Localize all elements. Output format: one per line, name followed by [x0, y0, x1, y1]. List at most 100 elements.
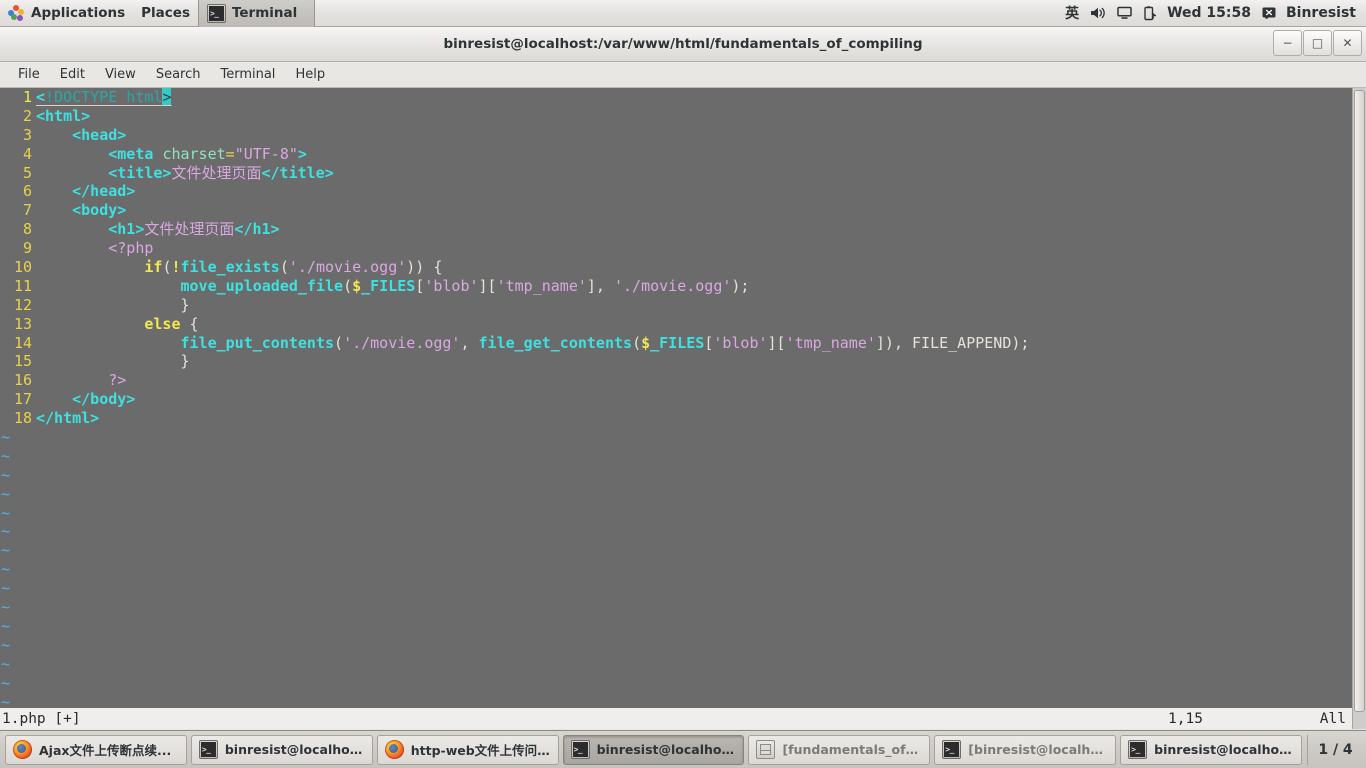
battery-icon[interactable]: [1143, 5, 1157, 21]
token-variable: _FILES: [361, 276, 416, 295]
scrollbar-thumb[interactable]: [1354, 90, 1365, 712]
menu-help[interactable]: Help: [285, 62, 335, 88]
menu-terminal[interactable]: Terminal: [210, 62, 285, 88]
vim-tilde: ~: [1, 635, 11, 654]
workspace-switcher[interactable]: 1 / 4: [1307, 734, 1363, 765]
token-punc: )): [406, 258, 425, 277]
code-line: 15 }: [0, 352, 1352, 371]
line-number: 9: [22, 239, 32, 258]
taskbar-item-3[interactable]: http-web文件上传问...: [376, 734, 559, 765]
line-number: 2: [22, 106, 32, 125]
code-line: 6 </head>: [0, 182, 1352, 201]
terminal-icon: [570, 740, 590, 759]
token-punc: );: [1011, 333, 1030, 352]
vim-file-name: 1.php [+]: [2, 710, 81, 727]
token-punc: [: [704, 333, 714, 352]
window-title-bar[interactable]: binresist@localhost:/var/www/html/fundam…: [0, 27, 1366, 62]
token-text: 文件处理页面: [144, 220, 235, 239]
taskbar-item-label: [fundamentals_of_c...: [782, 742, 923, 757]
token-punc: (: [334, 333, 344, 352]
vim-tilde: ~: [1, 465, 11, 484]
token-punc: ][: [478, 276, 497, 295]
token-op: =: [225, 144, 235, 163]
user-status-icon: [1262, 7, 1276, 20]
taskbar-item-5[interactable]: [fundamentals_of_c...: [748, 734, 931, 765]
line-content: <meta charset="UTF-8">: [36, 145, 1352, 164]
token-tag: </title>: [261, 163, 334, 182]
line-number: 5: [22, 163, 32, 182]
line-number: 17: [13, 390, 32, 409]
taskbar-item-6[interactable]: [binresist@localhost...: [934, 734, 1117, 765]
token-function: file_get_contents: [478, 333, 633, 352]
token-tag: <html>: [36, 106, 91, 125]
taskbar-item-7[interactable]: binresist@localhost:...: [1120, 734, 1303, 765]
line-content: ?>: [36, 371, 1352, 390]
token-constant: FILE_APPEND: [912, 333, 1012, 352]
token-tag: </body>: [72, 390, 136, 409]
clock[interactable]: Wed 15:58: [1167, 5, 1251, 21]
code-line: 10 if(!file_exists('./movie.ogg')) {: [0, 258, 1352, 277]
vim-cursor: >: [162, 88, 172, 106]
vim-scroll-indicator: All: [1319, 710, 1346, 727]
token-tag: <title>: [108, 163, 172, 182]
vim-tilde: ~: [1, 616, 11, 635]
taskbar-item-label: binresist@localhost:...: [1154, 742, 1294, 757]
line-content: <body>: [36, 201, 1352, 220]
token-brace: }: [180, 352, 190, 371]
line-number: 8: [22, 220, 32, 239]
code-line: 7 <body>: [0, 201, 1352, 220]
taskbar-item-label: binresist@localhost:...: [224, 742, 365, 757]
token-tag: </head>: [72, 182, 136, 201]
speaker-icon[interactable]: [1090, 6, 1106, 20]
menu-edit[interactable]: Edit: [50, 62, 95, 88]
vim-status-line: 1.php [+] 1,15 All: [0, 708, 1352, 729]
menu-view[interactable]: View: [95, 62, 146, 88]
terminal-content[interactable]: 1 <!DOCTYPE html> 2 <html> 3 <head> 4 <m…: [0, 88, 1366, 729]
close-button[interactable]: ✕: [1333, 30, 1362, 56]
line-content: file_put_contents('./movie.ogg', file_ge…: [36, 334, 1352, 353]
line-content: if(!file_exists('./movie.ogg')) {: [36, 258, 1352, 277]
window-controls: − □ ✕: [1272, 30, 1362, 56]
applications-menu[interactable]: Applications: [0, 0, 133, 27]
line-number: 4: [22, 144, 32, 163]
taskbar-item-2[interactable]: binresist@localhost:...: [190, 734, 373, 765]
monitor-icon[interactable]: [1117, 6, 1132, 20]
terminal-icon: [206, 3, 226, 23]
menu-search[interactable]: Search: [146, 62, 211, 88]
menu-file[interactable]: File: [8, 62, 50, 88]
minimize-button[interactable]: −: [1273, 30, 1302, 56]
vim-tilde: ~: [1, 598, 11, 617]
user-menu[interactable]: Binresist: [1262, 5, 1356, 21]
line-number: 6: [22, 182, 32, 201]
terminal-scrollbar[interactable]: [1352, 88, 1366, 729]
input-method-indicator[interactable]: 英: [1065, 3, 1079, 23]
code-line: 4 <meta charset="UTF-8">: [0, 145, 1352, 164]
taskbar-item-label: http-web文件上传问...: [410, 743, 551, 758]
firefox-icon: [384, 740, 404, 759]
user-name-label: Binresist: [1286, 5, 1356, 21]
maximize-button[interactable]: □: [1303, 30, 1332, 56]
places-label: Places: [141, 5, 190, 21]
line-content: <head>: [36, 126, 1352, 145]
files-icon: [756, 740, 776, 759]
code-line: 2 <html>: [0, 107, 1352, 126]
vim-buffer[interactable]: 1 <!DOCTYPE html> 2 <html> 3 <head> 4 <m…: [0, 88, 1352, 711]
line-number: 7: [22, 201, 32, 220]
terminal-menu-bar: File Edit View Search Terminal Help: [0, 62, 1366, 88]
taskbar-item-label: [binresist@localhost...: [968, 742, 1108, 757]
token-punc: (: [632, 333, 642, 352]
line-content: </html>: [36, 409, 1352, 428]
taskbar-item-1[interactable]: Ajax文件上传断点续...: [5, 734, 187, 765]
token-string: 'tmp_name': [785, 333, 876, 352]
token-punc: ],: [586, 276, 614, 295]
vim-tilde: ~: [1, 541, 11, 560]
line-number: 15: [13, 352, 32, 371]
places-menu[interactable]: Places: [133, 0, 198, 27]
token-tag: <body>: [72, 201, 127, 220]
line-number: 14: [13, 333, 32, 352]
vim-tilde: ~: [1, 560, 11, 579]
line-number: 1: [22, 88, 32, 106]
window-list-terminal[interactable]: Terminal: [197, 0, 315, 27]
taskbar-item-4[interactable]: binresist@localhost:...: [562, 734, 745, 765]
token-php-close: ?>: [108, 371, 127, 390]
